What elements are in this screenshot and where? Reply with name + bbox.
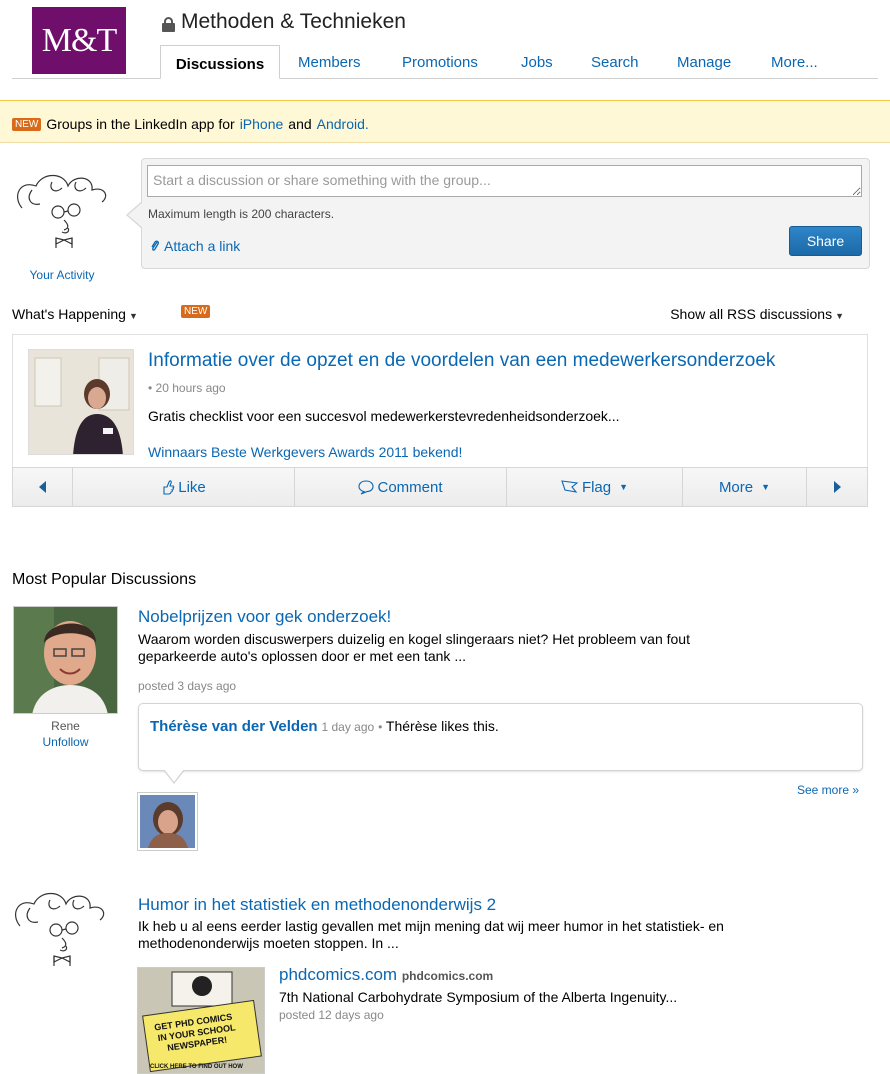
rss-label: Show all RSS discussions [670, 306, 833, 322]
comment-button[interactable]: Comment [295, 468, 507, 506]
attach-link-label: Attach a link [164, 238, 241, 254]
discussion-input[interactable] [147, 165, 862, 197]
feed-item-title[interactable]: Informatie over de opzet en de voordelen… [148, 350, 775, 372]
flag-label: Flag [581, 478, 612, 496]
tab-promotions[interactable]: Promotions [402, 54, 478, 71]
unfollow-link[interactable]: Unfollow [13, 735, 118, 749]
new-badge: NEW [181, 305, 211, 318]
new-badge: NEW [12, 117, 42, 131]
feed-item-time: • 20 hours ago [148, 381, 226, 395]
notice-text: NEW Groups in the LinkedIn app for iPhon… [12, 116, 369, 132]
ad-text-4: CLICK HERE TO FIND OUT HOW [150, 1064, 243, 1070]
comment-time: 1 day ago [321, 720, 375, 734]
android-link[interactable]: Android. [317, 116, 369, 132]
arrow-left-icon [39, 481, 46, 493]
caret-down-icon: ▼ [835, 311, 844, 321]
discussion-snippet-line1: Ik heb u al eens eerder lastig gevallen … [138, 918, 724, 934]
composer-pointer-fill [128, 202, 143, 228]
notice-and: and [288, 116, 312, 132]
feed-item-related-link[interactable]: Winnaars Beste Werkgevers Awards 2011 be… [148, 444, 462, 460]
comment-text: Thérèse likes this. [385, 718, 499, 734]
comment-line: Thérèse van der Velden 1 day ago • Thérè… [150, 718, 499, 735]
comment-pointer-fill [164, 769, 184, 782]
photo-woman-portrait [140, 795, 195, 848]
default-avatar-sketch[interactable] [12, 168, 116, 258]
flag-dropdown[interactable]: Flag ▼ [507, 468, 683, 506]
whats-happening-dropdown[interactable]: What's Happening ▼ [12, 306, 138, 322]
see-more-link[interactable]: See more » [797, 783, 859, 797]
max-length-note: Maximum length is 200 characters. [148, 207, 335, 221]
comment-separator: • [378, 720, 383, 734]
caret-down-icon: ▼ [619, 482, 629, 492]
feed-item-description: Gratis checklist voor een succesvol mede… [148, 408, 620, 424]
shared-link-title[interactable]: phdcomics.com phdcomics.com [279, 965, 493, 985]
flag-icon [561, 480, 579, 493]
prev-item-button[interactable] [13, 468, 73, 506]
arrow-right-icon [833, 481, 841, 493]
whats-happening-label: What's Happening [12, 306, 126, 322]
photo-man-portrait [14, 607, 117, 713]
tab-manage[interactable]: Manage [677, 54, 731, 71]
avatar-rene[interactable] [13, 606, 118, 714]
iphone-link[interactable]: iPhone [240, 116, 284, 132]
caret-down-icon: ▼ [128, 311, 138, 321]
more-actions-dropdown[interactable]: More ▼ [683, 468, 807, 506]
like-label: Like [178, 478, 206, 496]
feed-action-bar: Like Comment Flag ▼ More ▼ [12, 467, 868, 507]
group-title-text: Methoden & Technieken [181, 10, 406, 33]
tab-discussions[interactable]: Discussions [160, 45, 280, 79]
shared-link-thumbnail[interactable]: GET PHD COMICS IN YOUR SCHOOL NEWSPAPER!… [137, 967, 265, 1074]
notice-message: Groups in the LinkedIn app for [46, 116, 235, 132]
shared-link-description: 7th National Carbohydrate Symposium of t… [279, 989, 678, 1005]
discussion-title[interactable]: Nobelprijzen voor gek onderzoek! [138, 607, 391, 627]
lock-icon [162, 16, 175, 32]
comment-author-link[interactable]: Thérèse van der Velden [150, 718, 318, 735]
discussion-snippet-line2: geparkeerde auto's oplossen door er met … [138, 648, 466, 664]
comment-label: Comment [377, 478, 443, 496]
tab-members[interactable]: Members [298, 54, 361, 71]
photo-woman-presenter [29, 350, 133, 454]
your-activity-link[interactable]: Your Activity [10, 268, 114, 282]
phdcomics-ad-image: GET PHD COMICS IN YOUR SCHOOL NEWSPAPER!… [138, 968, 264, 1073]
like-button[interactable]: Like [73, 468, 295, 506]
share-button[interactable]: Share [789, 226, 862, 256]
discussion-snippet-line2: methodenonderwijs moeten stoppen. In ... [138, 935, 399, 951]
caret-down-icon: ▼ [761, 482, 771, 492]
tab-search[interactable]: Search [591, 54, 639, 71]
feed-item-thumbnail[interactable] [28, 349, 134, 455]
group-logo[interactable]: M&T [32, 7, 126, 74]
discussion-snippet-line1: Waarom worden discuswerpers duizelig en … [138, 631, 690, 647]
tabs-divider [12, 78, 878, 79]
default-avatar-sketch[interactable] [10, 886, 114, 976]
more-label: More [718, 478, 754, 496]
shared-link-domain: phdcomics.com [401, 969, 494, 983]
shared-link-title-text: phdcomics.com [279, 965, 398, 984]
paperclip-icon [151, 240, 159, 251]
discussion-meta: posted 3 days ago [138, 679, 237, 693]
comment-box [138, 703, 863, 771]
shared-link-meta: posted 12 days ago [279, 1008, 384, 1022]
section-title: Most Popular Discussions [12, 571, 197, 588]
rss-discussions-dropdown[interactable]: Show all RSS discussions ▼ [670, 306, 844, 322]
author-name: Rene [51, 719, 80, 733]
attach-link-button[interactable]: Attach a link [150, 238, 240, 254]
tab-jobs[interactable]: Jobs [521, 54, 553, 71]
tab-more[interactable]: More... [771, 54, 818, 71]
avatar-therese[interactable] [137, 792, 198, 851]
group-title: Methoden & Technieken [162, 10, 406, 34]
discussion-title[interactable]: Humor in het statistiek en methodenonder… [138, 895, 496, 915]
next-item-button[interactable] [807, 468, 867, 506]
comment-bubble-icon [358, 479, 375, 495]
thumbs-up-icon [163, 480, 175, 495]
